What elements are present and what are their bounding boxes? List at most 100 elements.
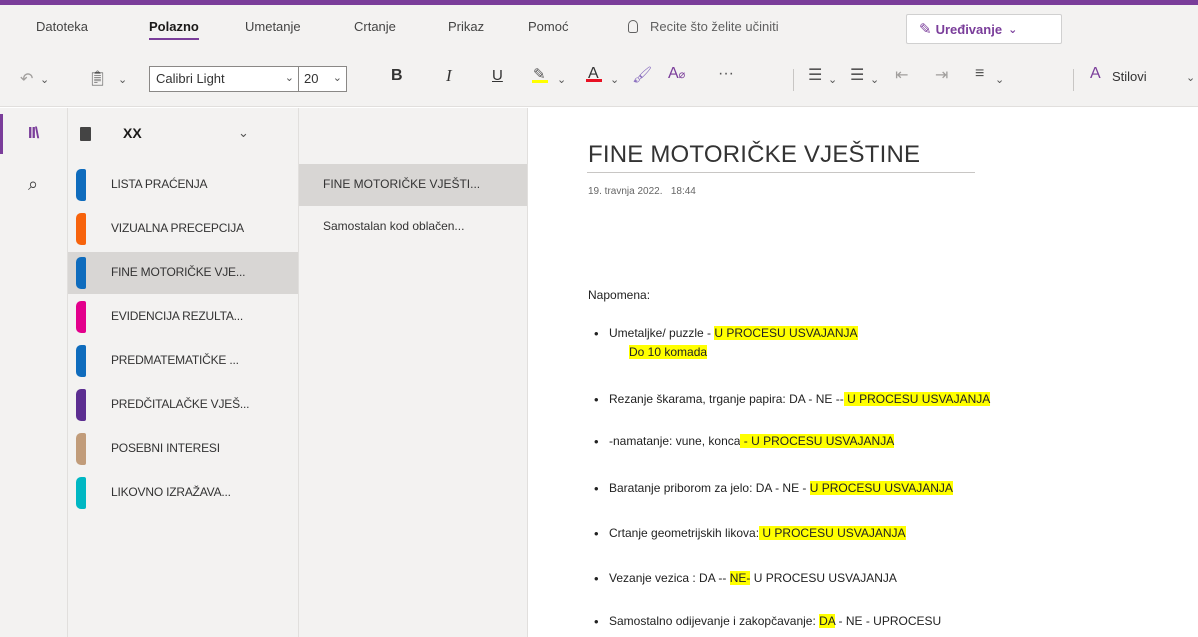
section-item[interactable]: LIKOVNO IZRAŽAVA... xyxy=(68,472,298,514)
notebooks-button[interactable]: II\ xyxy=(0,108,68,160)
list-item-text: Vezanje vezica : DA -- xyxy=(609,571,730,585)
align-icon[interactable]: ≡ xyxy=(975,65,984,83)
pages-pane: FINE MOTORIČKE VJEŠTI... Samostalan kod o… xyxy=(298,108,528,637)
section-color-tab xyxy=(76,213,86,245)
more-options-icon[interactable]: ··· xyxy=(718,65,734,83)
section-label: LISTA PRAĆENJA xyxy=(111,177,208,191)
library-icon: II\ xyxy=(28,125,39,142)
page-item[interactable]: FINE MOTORIČKE VJEŠTI... xyxy=(299,164,527,206)
notebook-selector[interactable]: XX ⌄ xyxy=(68,108,298,160)
list-item[interactable]: Umetaljke/ puzzle - U PROCESU USVAJANJA xyxy=(594,326,858,341)
highlight-icon[interactable]: ✎ xyxy=(531,65,548,83)
list-item-text: - NE - UPROCESU xyxy=(835,614,942,628)
chevron-down-icon: ⌄ xyxy=(332,72,342,84)
sections-pane: XX ⌄ LISTA PRAĆENJA VIZUALNA PRECEPCIJA FI… xyxy=(68,108,298,637)
list-item[interactable]: Crtanje geometrijskih likova: U PROCESU … xyxy=(594,526,906,541)
styles-button[interactable]: Stilovi xyxy=(1112,69,1147,84)
highlighted-text: Do 10 komada xyxy=(629,345,708,359)
bullets-chevron-icon[interactable]: ⌄ xyxy=(828,73,837,86)
chevron-down-icon: ⌄ xyxy=(238,125,249,140)
editing-mode-label: Uređivanje xyxy=(935,21,1003,37)
highlighted-text: - U PROCESU USVAJANJA xyxy=(740,434,895,448)
undo-icon[interactable]: ↶ xyxy=(20,69,33,89)
section-item[interactable]: LISTA PRAĆENJA xyxy=(68,164,298,206)
styles-icon[interactable]: A xyxy=(1090,65,1101,83)
section-label: LIKOVNO IZRAŽAVA... xyxy=(111,485,231,499)
highlighted-text: U PROCESU USVAJANJA xyxy=(809,481,953,495)
tell-me-search[interactable]: Recite što želite učiniti xyxy=(628,19,779,34)
section-label: EVIDENCIJA REZULTA... xyxy=(111,309,244,323)
list-item[interactable]: Vezanje vezica : DA -- NE- U PROCESU USV… xyxy=(594,571,897,586)
section-item[interactable]: PREDČITALAČKE VJEŠ... xyxy=(68,384,298,426)
undo-chevron-icon[interactable]: ⌄ xyxy=(40,73,49,86)
list-item[interactable]: Rezanje škarama, trganje papira: DA - NE… xyxy=(594,392,991,407)
list-item[interactable]: Baratanje priborom za jelo: DA - NE - U … xyxy=(594,481,953,496)
notebook-icon xyxy=(80,127,91,141)
clipboard-icon[interactable]: 📋︎ xyxy=(88,69,107,87)
section-color-tab xyxy=(76,433,86,465)
section-item[interactable]: FINE MOTORIČKE VJE... xyxy=(68,252,298,294)
bullets-icon[interactable]: ☰ xyxy=(808,65,822,85)
tab-umetanje[interactable]: Umetanje xyxy=(245,19,301,34)
font-name-value: Calibri Light xyxy=(156,71,225,86)
section-color-tab xyxy=(76,301,86,333)
highlighted-text: U PROCESU USVAJANJA xyxy=(843,392,991,406)
list-item-text: Umetaljke/ puzzle - xyxy=(609,326,715,340)
highlight-chevron-icon[interactable]: ⌄ xyxy=(557,73,566,86)
numbering-chevron-icon[interactable]: ⌄ xyxy=(870,73,879,86)
section-item[interactable]: PREDMATEMATIČKE ... xyxy=(68,340,298,382)
font-name-select[interactable]: Calibri Light ⌄ xyxy=(149,66,299,92)
tab-prikaz[interactable]: Prikaz xyxy=(448,19,484,34)
align-chevron-icon[interactable]: ⌄ xyxy=(995,73,1004,86)
list-item-text: U PROCESU USVAJANJA xyxy=(750,571,897,585)
list-item-text: Rezanje škarama, trganje papira: DA - NE… xyxy=(609,392,844,406)
section-item[interactable]: EVIDENCIJA REZULTA... xyxy=(68,296,298,338)
section-item[interactable]: POSEBNI INTERESI xyxy=(68,428,298,470)
navigation-rail: II\ ⌕ xyxy=(0,108,68,637)
highlighted-text: U PROCESU USVAJANJA xyxy=(714,326,858,340)
highlighted-text: U PROCESU USVAJANJA xyxy=(759,526,906,540)
page-label: Samostalan kod oblačen... xyxy=(323,219,465,233)
list-item-text: Baratanje priborom za jelo: DA - NE - xyxy=(609,481,810,495)
decrease-indent-icon[interactable]: ⇤ xyxy=(895,65,908,85)
font-size-value: 20 xyxy=(304,71,319,86)
list-item[interactable]: Samostalno odijevanje i zakopčavanje: DA… xyxy=(594,614,942,629)
page-canvas[interactable]: FINE MOTORIČKE VJEŠTINE 19. travnja 2022… xyxy=(529,108,1198,637)
list-item-text: Crtanje geometrijskih likova: xyxy=(609,526,760,540)
note-label[interactable]: Napomena: xyxy=(588,288,650,302)
section-label: PREDČITALAČKE VJEŠ... xyxy=(111,397,250,411)
clipboard-chevron-icon[interactable]: ⌄ xyxy=(118,73,127,86)
editing-mode-button[interactable]: ✎ Uređivanje ⌄ xyxy=(906,14,1062,44)
ribbon-toolbar: ↶ ⌄ 📋︎ ⌄ Calibri Light ⌄ 20 ⌄ B I U ✎ ⌄ … xyxy=(0,51,1198,107)
underline-button[interactable]: U xyxy=(492,67,503,84)
section-item[interactable]: VIZUALNA PRECEPCIJA xyxy=(68,208,298,250)
font-size-select[interactable]: 20 ⌄ xyxy=(299,66,347,92)
tab-crtanje[interactable]: Crtanje xyxy=(354,19,396,34)
search-icon[interactable]: ⌕ xyxy=(28,174,38,195)
italic-button[interactable]: I xyxy=(446,66,452,86)
tab-pomoc[interactable]: Pomoć xyxy=(528,19,568,34)
tab-polazno[interactable]: Polazno xyxy=(149,19,199,40)
list-item[interactable]: -namatanje: vune, konca - U PROCESU USVA… xyxy=(594,434,895,449)
title-underline xyxy=(587,172,975,173)
chevron-down-icon: ⌄ xyxy=(1008,23,1018,36)
format-painter-icon[interactable]: 🖌︎ xyxy=(632,65,652,85)
numbering-icon[interactable]: ☰ xyxy=(850,65,864,85)
section-color-tab xyxy=(76,477,86,509)
section-color-tab xyxy=(76,389,86,421)
font-color-chevron-icon[interactable]: ⌄ xyxy=(610,73,619,86)
page-item[interactable]: Samostalan kod oblačen... xyxy=(299,206,527,248)
bold-button[interactable]: B xyxy=(391,67,403,85)
page-title[interactable]: FINE MOTORIČKE VJEŠTINE xyxy=(588,141,920,169)
page-timestamp: 19. travnja 2022. 18:44 xyxy=(588,186,696,197)
ribbon-tabs: Datoteka Polazno Umetanje Crtanje Prikaz… xyxy=(0,5,1198,51)
styles-chevron-icon[interactable]: ⌄ xyxy=(1186,71,1195,84)
clear-formatting-icon[interactable]: A⌀ xyxy=(668,65,685,83)
tell-me-text: Recite što želite učiniti xyxy=(650,19,779,34)
section-color-tab xyxy=(76,345,86,377)
pencil-icon: ✎ xyxy=(919,21,932,38)
tab-datoteka[interactable]: Datoteka xyxy=(36,19,88,34)
lightbulb-icon xyxy=(628,20,638,33)
font-color-icon[interactable]: A xyxy=(585,65,602,83)
increase-indent-icon[interactable]: ⇥ xyxy=(935,65,948,85)
